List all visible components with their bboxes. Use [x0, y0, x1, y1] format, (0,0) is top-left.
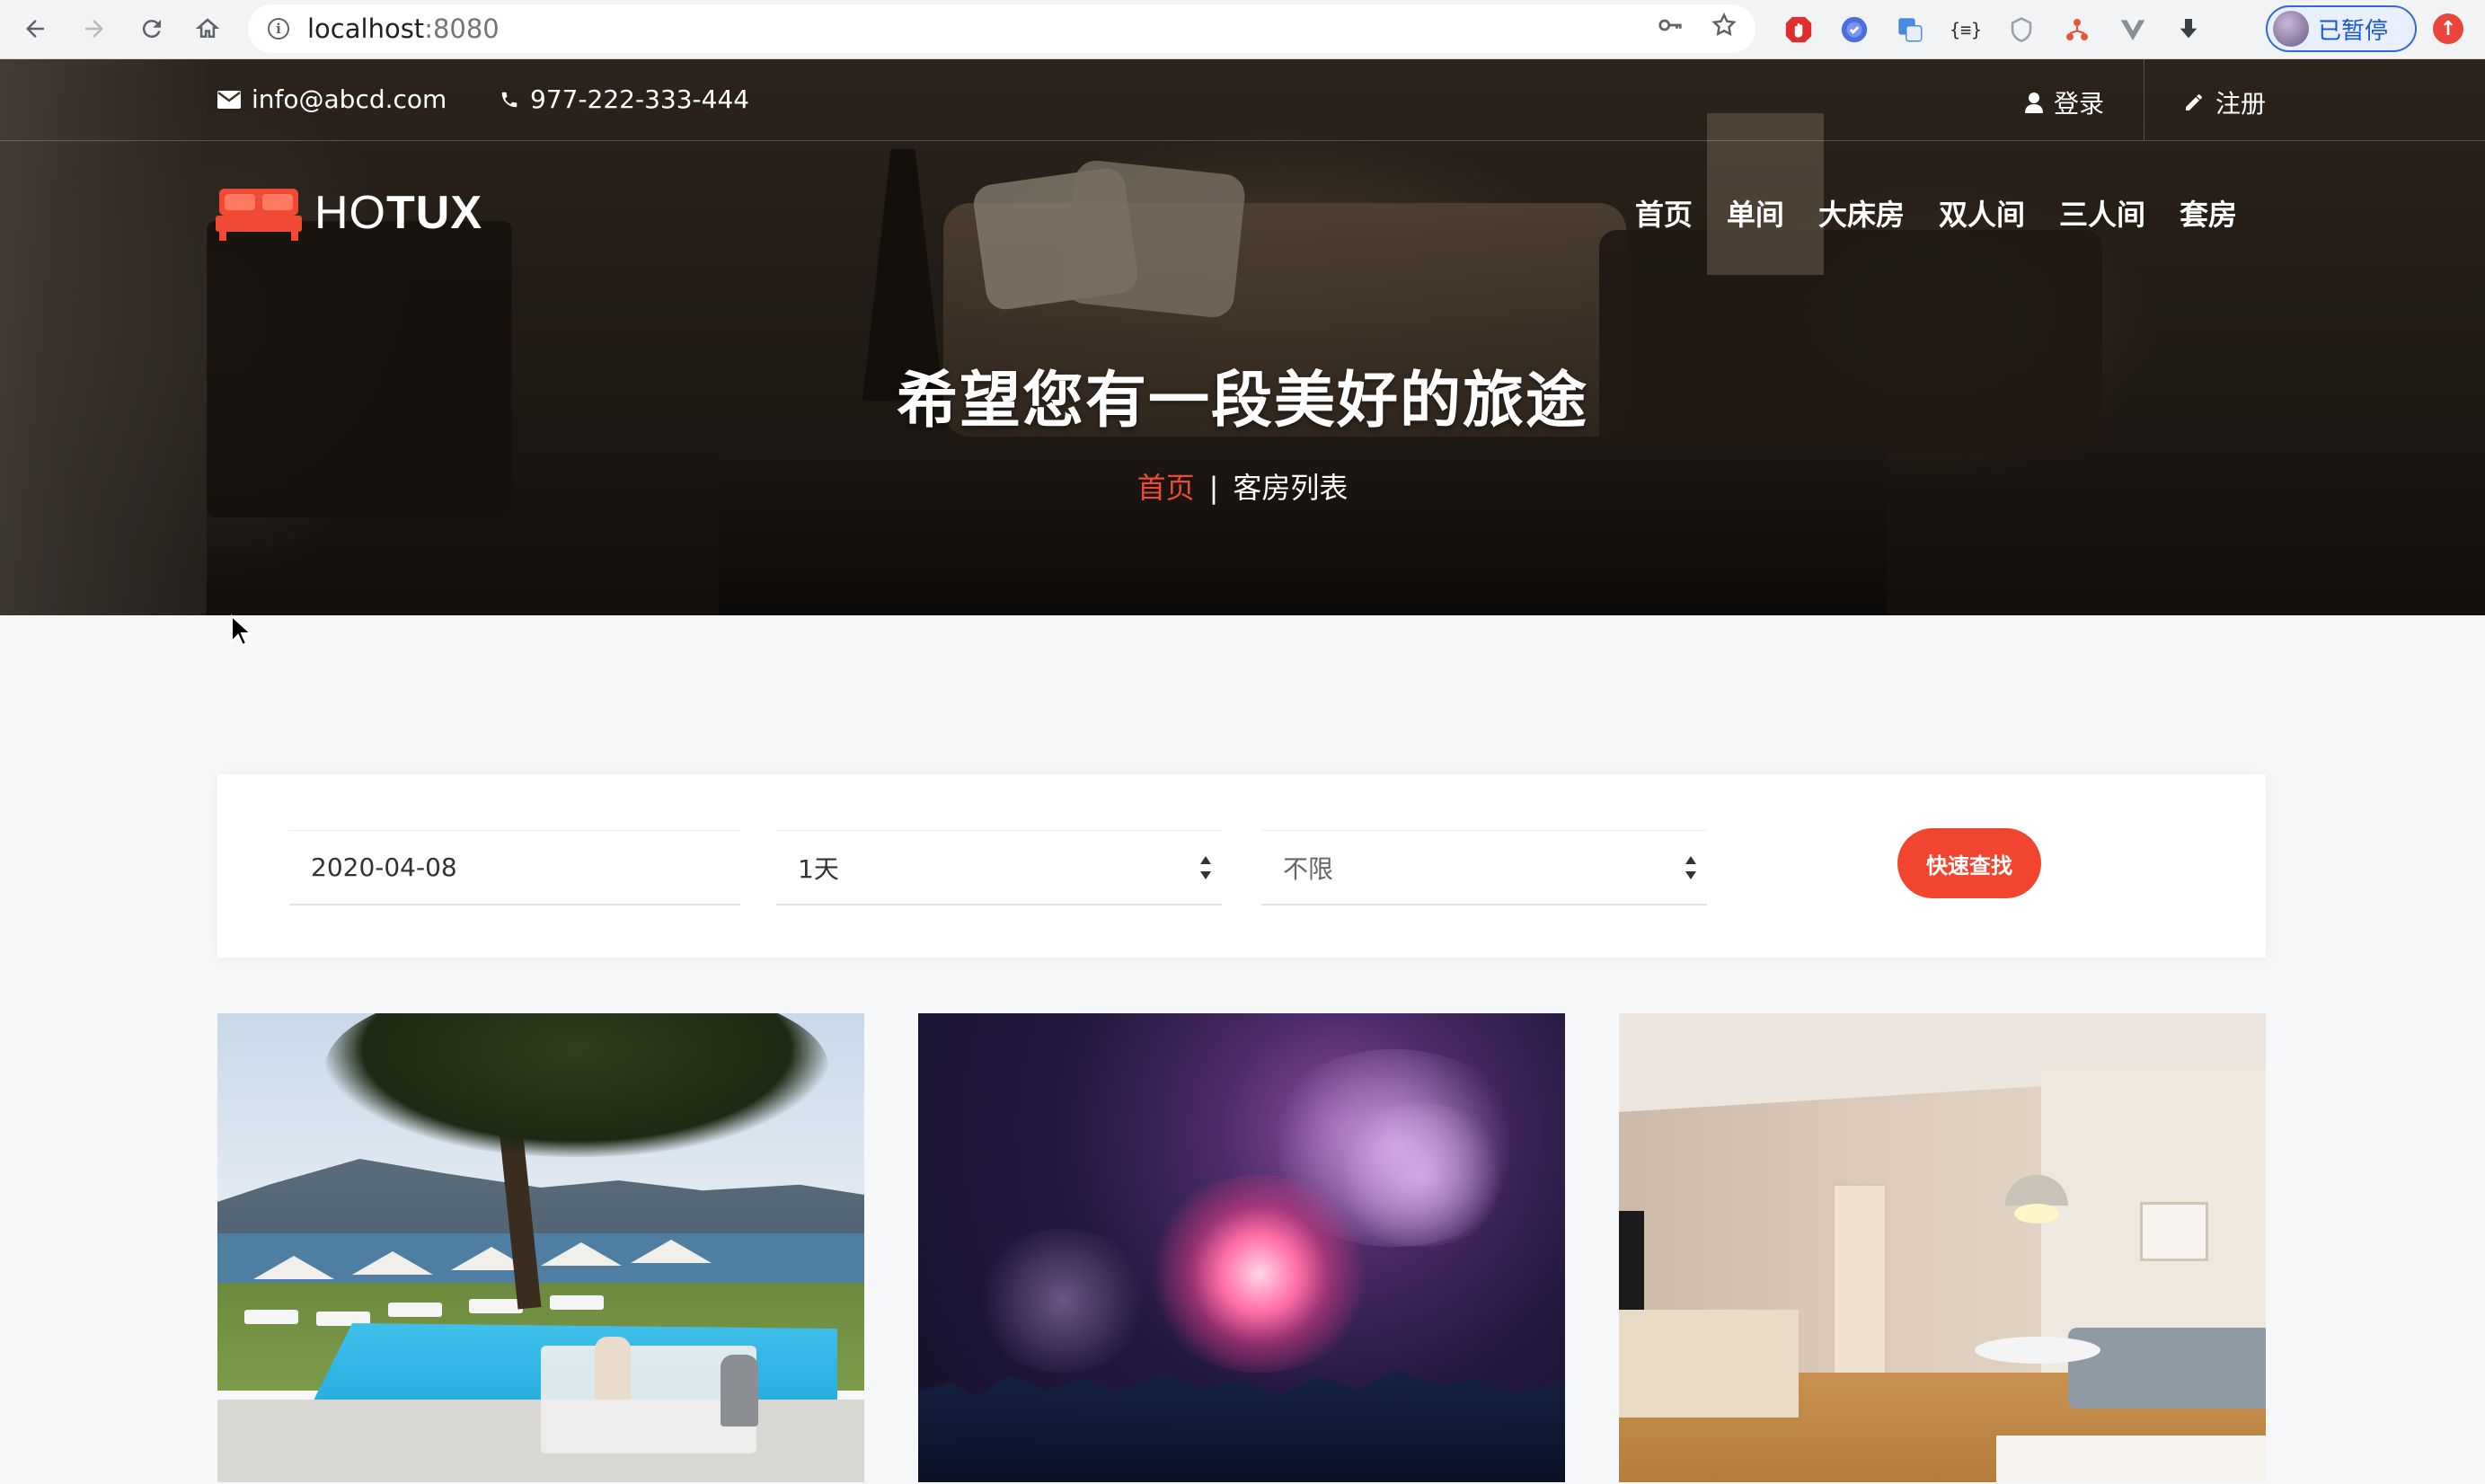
- breadcrumb-separator: |: [1208, 471, 1219, 505]
- topbar-email-text: info@abcd.com: [252, 84, 447, 114]
- topbar-divider: [2144, 59, 2145, 140]
- profile-button[interactable]: 已暂停: [2266, 5, 2417, 52]
- breadcrumb-current: 客房列表: [1233, 471, 1349, 505]
- days-select[interactable]: 1天: [776, 830, 1222, 905]
- shield-icon[interactable]: [2003, 12, 2039, 48]
- login-label: 登录: [2054, 89, 2105, 119]
- register-link[interactable]: 注册: [2183, 84, 2266, 120]
- site-logo[interactable]: HOTUX: [216, 185, 482, 241]
- topbar-phone[interactable]: 977-222-333-444: [500, 84, 749, 114]
- user-icon: [2025, 93, 2043, 113]
- info-icon[interactable]: i: [268, 18, 289, 40]
- update-icon[interactable]: ↑: [2433, 13, 2463, 44]
- back-icon[interactable]: [14, 8, 56, 49]
- nav-item-triple[interactable]: 三人间: [2059, 192, 2145, 234]
- quick-search-button[interactable]: 快速查找: [1897, 828, 2041, 898]
- home-icon[interactable]: [187, 8, 228, 49]
- date-input[interactable]: 2020-04-08: [289, 830, 740, 905]
- nav-item-king[interactable]: 大床房: [1818, 192, 1905, 234]
- download-icon[interactable]: [2171, 12, 2206, 48]
- topbar-phone-text: 977-222-333-444: [530, 84, 750, 114]
- nav-item-double[interactable]: 双人间: [1939, 192, 2025, 234]
- hero-banner: info@abcd.com 977-222-333-444 登录 注册 HOTU…: [0, 59, 2485, 615]
- topbar-email[interactable]: info@abcd.com: [217, 84, 447, 114]
- mouse-cursor-icon: [230, 614, 253, 650]
- json-viewer-icon[interactable]: {≡}: [1948, 12, 1984, 48]
- avatar: [2273, 11, 2309, 47]
- extensions-bar: {≡}: [1781, 11, 2206, 49]
- forward-icon[interactable]: [74, 8, 115, 49]
- page-title: 希望您有一段美好的旅途: [896, 366, 1588, 437]
- key-icon[interactable]: [1657, 12, 1684, 46]
- url-text[interactable]: localhost:8080: [307, 13, 500, 44]
- nav-item-suite[interactable]: 套房: [2180, 192, 2237, 234]
- star-icon[interactable]: [1711, 12, 1738, 46]
- browser-toolbar: i localhost:8080 {≡} 已暂停 ↑: [0, 0, 2485, 59]
- select-arrows-icon: [1198, 854, 1213, 881]
- days-value: 1天: [798, 853, 839, 884]
- room-type-value: 不限: [1283, 853, 1334, 884]
- profile-status: 已暂停: [2318, 17, 2389, 45]
- date-value: 2020-04-08: [311, 852, 457, 882]
- room-card-pool[interactable]: [217, 1013, 864, 1482]
- breadcrumb-home[interactable]: 首页: [1137, 471, 1195, 505]
- room-card-interior[interactable]: [1619, 1013, 2266, 1482]
- envelope-icon: [217, 90, 241, 109]
- select-arrows-icon: [1684, 854, 1698, 881]
- address-bar[interactable]: i localhost:8080: [248, 4, 1755, 53]
- phone-icon: [501, 92, 517, 107]
- login-link[interactable]: 登录: [2025, 84, 2104, 120]
- reload-icon[interactable]: [131, 8, 172, 49]
- nav-item-home[interactable]: 首页: [1635, 192, 1693, 234]
- hero-overlay: [0, 59, 2485, 615]
- breadcrumb: 首页 | 客房列表: [0, 465, 2485, 507]
- translate-icon[interactable]: [1892, 12, 1928, 48]
- register-label: 注册: [2215, 89, 2267, 119]
- bed-icon: [216, 189, 302, 241]
- main-nav: 首页 单间 大床房 双人间 三人间 套房: [1635, 192, 2237, 234]
- pencil-icon: [2186, 94, 2202, 110]
- room-card-fireworks[interactable]: [918, 1013, 1565, 1482]
- network-icon[interactable]: [2059, 12, 2095, 48]
- vue-devtools-icon[interactable]: [2115, 12, 2151, 48]
- adblock-icon[interactable]: [1781, 12, 1817, 48]
- nav-item-single[interactable]: 单间: [1727, 192, 1784, 234]
- logo-text: HOTUX: [314, 187, 482, 239]
- topbar-divider-line: [0, 140, 2485, 141]
- extension-blue-icon[interactable]: [1836, 12, 1872, 48]
- search-panel: 2020-04-08 1天 不限 快速查找: [217, 774, 2266, 958]
- room-type-select[interactable]: 不限: [1261, 830, 1707, 905]
